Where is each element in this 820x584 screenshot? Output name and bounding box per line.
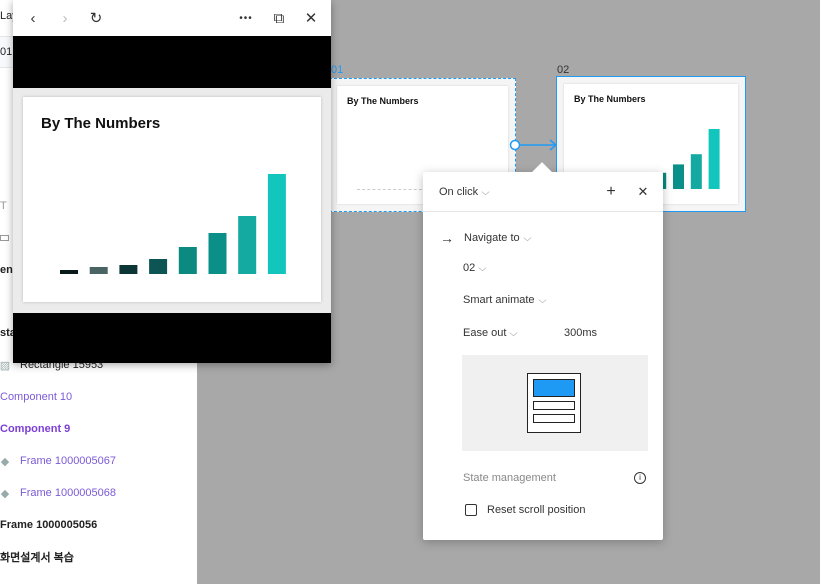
connector-handle[interactable] bbox=[509, 139, 521, 151]
open-external-icon[interactable]: ⧉ bbox=[268, 7, 290, 29]
chart-bar-8 bbox=[267, 174, 286, 274]
chevron-down-icon: ⌵ bbox=[509, 327, 518, 338]
reload-icon[interactable]: ↻ bbox=[85, 7, 107, 29]
chevron-down-icon: ⌵ bbox=[478, 262, 487, 273]
smart-animate-illustration-icon bbox=[527, 373, 581, 433]
frame-01-title: By The Numbers bbox=[347, 96, 419, 106]
layer-row[interactable]: ◆ Frame 1000005067 bbox=[0, 451, 116, 471]
chart-bar-7 bbox=[238, 216, 257, 274]
chart-bar-2 bbox=[89, 267, 108, 274]
layer-row[interactable]: Component 10 bbox=[0, 387, 72, 407]
frame-01-baseline bbox=[357, 189, 427, 190]
preview-letterbox-bottom bbox=[13, 313, 331, 363]
component-instance-icon: ◆ bbox=[0, 455, 10, 468]
animation-dropdown[interactable]: Smart animate ⌵ bbox=[463, 294, 547, 306]
rectangle-icon bbox=[0, 235, 9, 241]
chart-bar-3 bbox=[119, 265, 138, 274]
layer-row[interactable]: ◆ Frame 1000005068 bbox=[0, 483, 116, 503]
add-action-icon[interactable]: + bbox=[601, 182, 621, 202]
destination-label: 02 bbox=[463, 262, 476, 274]
arrow-right-icon: → bbox=[440, 230, 454, 246]
layer-label: Component 9 bbox=[0, 423, 71, 435]
prototype-connector[interactable] bbox=[508, 135, 564, 155]
close-preview-icon[interactable]: ✕ bbox=[300, 7, 322, 29]
info-icon[interactable]: i bbox=[634, 472, 646, 484]
animation-preview bbox=[462, 355, 648, 451]
reset-scroll-label: Reset scroll position bbox=[487, 504, 586, 516]
rectangle-layer-row[interactable] bbox=[0, 228, 9, 248]
layer-row[interactable]: 화면설계서 복습 bbox=[0, 547, 74, 567]
text-layer-row[interactable]: T bbox=[0, 196, 7, 216]
chevron-down-icon: ⌵ bbox=[537, 294, 547, 305]
layer-row[interactable]: Frame 1000005056 bbox=[0, 515, 97, 535]
page-label: 01 bbox=[0, 46, 13, 58]
layer-label: Component 10 bbox=[0, 391, 73, 403]
chevron-down-icon: ⌵ bbox=[481, 186, 490, 197]
component-instance-icon: ◆ bbox=[0, 487, 10, 500]
back-icon[interactable]: ‹ bbox=[22, 7, 44, 29]
frame-01-label: 01 bbox=[331, 64, 344, 76]
chart-bar-4 bbox=[149, 259, 168, 274]
layer-label: Frame 1000005056 bbox=[0, 519, 98, 531]
popover-header: On click ⌵ + ✕ bbox=[423, 172, 663, 212]
close-popover-icon[interactable]: ✕ bbox=[633, 182, 653, 202]
animation-label: Smart animate bbox=[463, 294, 535, 306]
preview-card: By The Numbers bbox=[23, 97, 321, 302]
layer-row[interactable]: Component 9 bbox=[0, 419, 70, 439]
chart-bar-5 bbox=[178, 247, 197, 274]
interaction-popover: On click ⌵ + ✕ → Navigate to ⌵ 02 ⌵ Smar… bbox=[423, 162, 663, 540]
more-options-icon[interactable]: ••• bbox=[235, 7, 257, 29]
destination-dropdown[interactable]: 02 ⌵ bbox=[463, 262, 487, 274]
prototype-preview-window: ‹ › ↻ ••• ⧉ ✕ By The Numbers bbox=[13, 0, 331, 363]
illustration-header bbox=[533, 379, 575, 397]
layer-label: Frame 1000005067 bbox=[20, 455, 117, 467]
chart-bar-7 bbox=[690, 154, 702, 189]
action-dropdown[interactable]: → Navigate to ⌵ bbox=[440, 230, 532, 246]
duration-input[interactable]: 300ms bbox=[564, 327, 597, 339]
layer-label: Frame 1000005068 bbox=[20, 487, 117, 499]
state-management-label: State management bbox=[463, 472, 556, 484]
preview-toolbar: ‹ › ↻ ••• ⧉ ✕ bbox=[13, 0, 331, 36]
preview-bar-chart bbox=[60, 174, 286, 274]
illustration-line bbox=[533, 414, 575, 423]
forward-icon[interactable]: › bbox=[54, 7, 76, 29]
chevron-down-icon: ⌵ bbox=[522, 232, 532, 243]
chart-bar-8 bbox=[708, 129, 720, 189]
chart-bar-6 bbox=[673, 164, 684, 189]
action-label: Navigate to bbox=[464, 232, 520, 244]
reset-scroll-checkbox[interactable] bbox=[465, 504, 477, 516]
chart-bar-1 bbox=[60, 270, 78, 274]
trigger-dropdown[interactable]: On click ⌵ bbox=[439, 186, 490, 198]
trigger-label: On click bbox=[439, 186, 479, 198]
image-icon: ▨ bbox=[0, 359, 11, 372]
layer-label: 화면설계서 복습 bbox=[0, 552, 74, 564]
text-icon: T bbox=[0, 200, 7, 212]
chart-bar-6 bbox=[208, 233, 227, 274]
illustration-line bbox=[533, 401, 575, 410]
easing-dropdown[interactable]: Ease out ⌵ bbox=[463, 327, 518, 339]
frame-02-label: 02 bbox=[557, 64, 570, 76]
preview-letterbox-top bbox=[13, 36, 331, 88]
easing-label: Ease out bbox=[463, 327, 507, 339]
